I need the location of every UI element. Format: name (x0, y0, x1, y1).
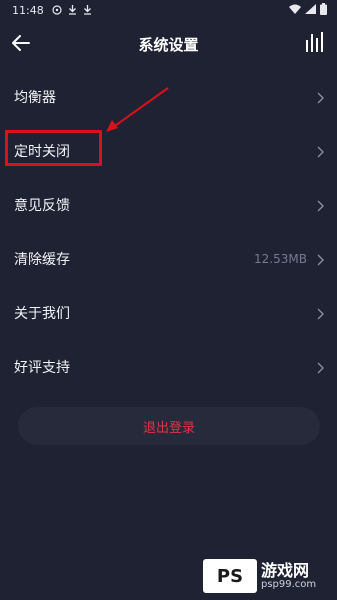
sync-icon (52, 5, 62, 15)
menu-item-label: 清除缓存 (14, 252, 70, 268)
status-time: 11:48 (12, 3, 44, 17)
menu-item-label: 意见反馈 (14, 198, 70, 214)
menu-item-about-us[interactable]: 关于我们 (0, 286, 337, 340)
menu-item-feedback[interactable]: 意见反馈 (0, 178, 337, 232)
watermark-site-name: 游戏网 (261, 560, 310, 580)
chevron-right-icon (317, 146, 324, 158)
status-left-icons (52, 5, 92, 15)
logout-button[interactable]: 退出登录 (18, 407, 320, 445)
status-right-icons (289, 3, 327, 15)
chevron-right-icon (317, 254, 324, 266)
watermark-text: 游戏网 psp99.com (261, 562, 316, 591)
annotation-highlight-box (5, 130, 102, 166)
page-title: 系统设置 (138, 36, 199, 54)
watermark: PS 游戏网 psp99.com (203, 556, 333, 596)
watermark-logo-text: PS (216, 565, 244, 587)
watermark-logo: PS (203, 559, 257, 593)
equalizer-button[interactable] (305, 32, 327, 54)
cache-size-value: 12.53MB (254, 252, 307, 266)
menu-item-label: 关于我们 (14, 306, 70, 322)
app-header: 系统设置 (0, 24, 337, 64)
signal-icon (305, 4, 316, 14)
watermark-url: psp99.com (261, 579, 317, 591)
chevron-right-icon (317, 362, 324, 374)
equalizer-bars-icon (306, 32, 323, 52)
menu-item-rate-us[interactable]: 好评支持 (0, 340, 337, 394)
download-icon (83, 5, 91, 15)
download-icon (68, 5, 76, 15)
chevron-right-icon (317, 92, 324, 104)
wifi-icon (289, 4, 301, 14)
annotation-arrow-icon (106, 87, 169, 132)
battery-icon (320, 3, 327, 15)
status-bar: 11:48 (0, 0, 337, 20)
menu-item-clear-cache[interactable]: 清除缓存 12.53MB (0, 232, 337, 286)
menu-item-label: 均衡器 (14, 90, 56, 106)
chevron-right-icon (317, 200, 324, 212)
menu-item-label: 好评支持 (14, 360, 70, 376)
chevron-right-icon (317, 308, 324, 320)
